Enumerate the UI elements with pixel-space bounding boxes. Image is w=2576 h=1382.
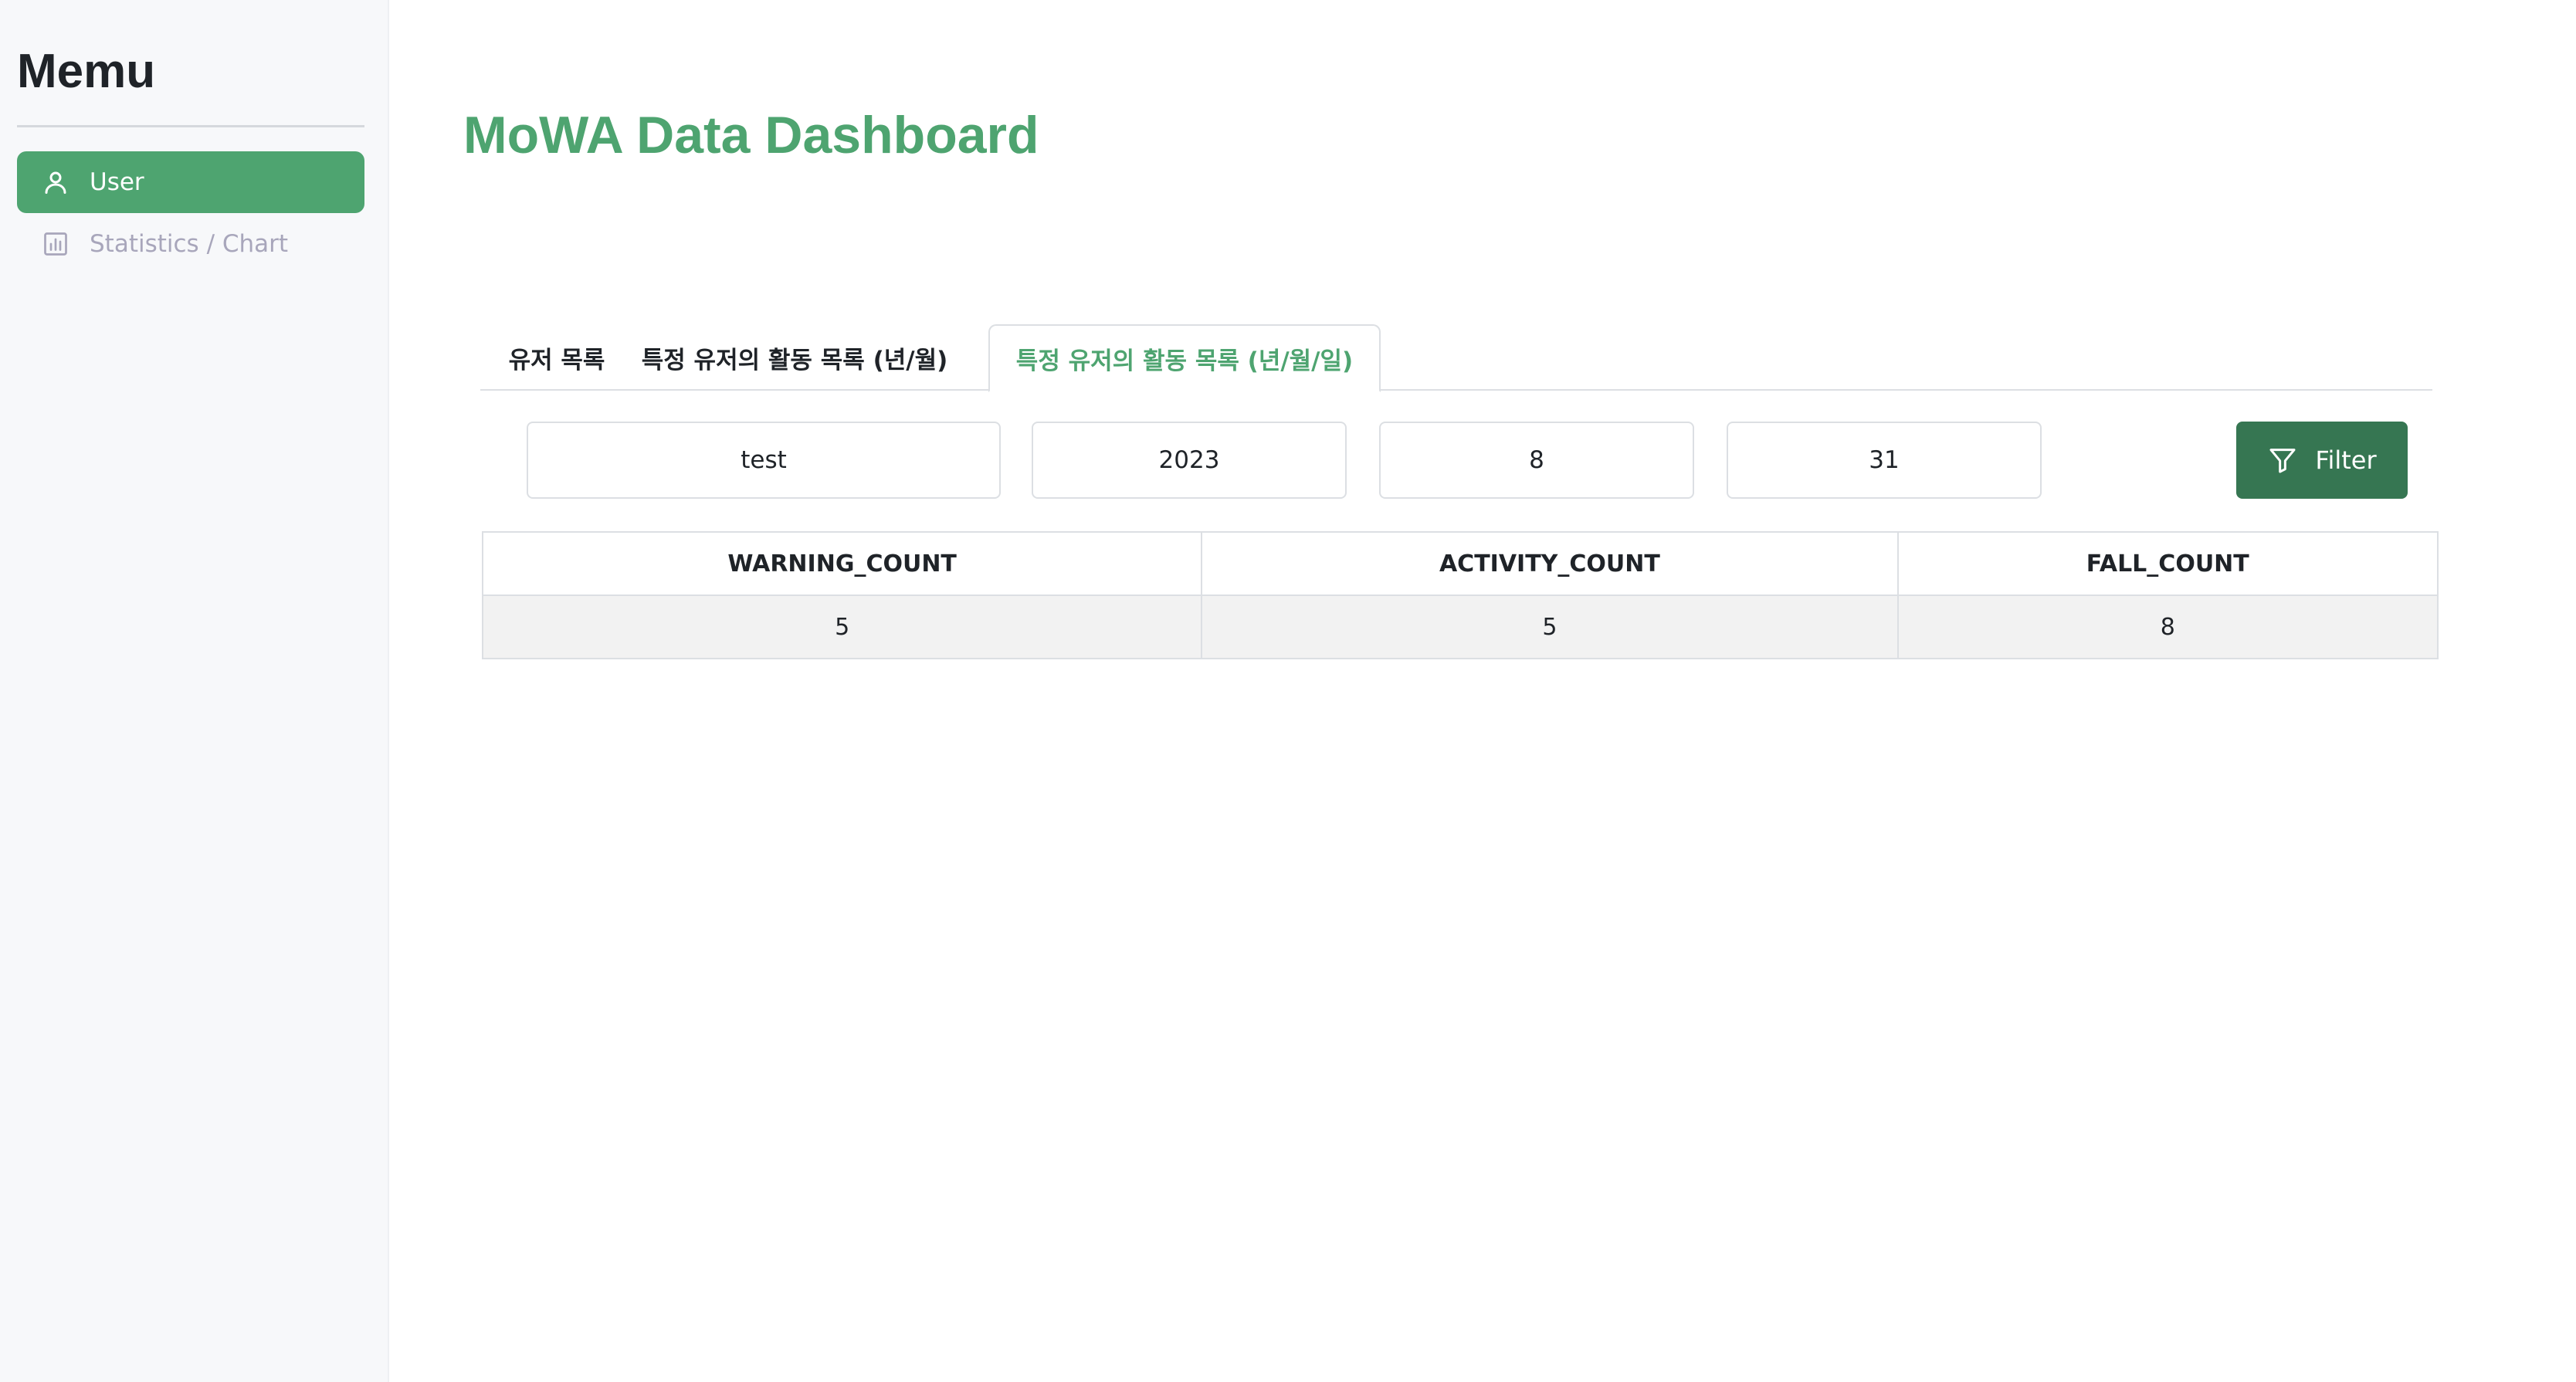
user-icon	[40, 167, 71, 198]
user-id-input[interactable]	[527, 422, 1001, 499]
column-header: FALL_COUNT	[1896, 531, 2439, 596]
sidebar: Memu User Statistics / Chart	[0, 0, 389, 1382]
table-cell: 5	[1201, 594, 1899, 659]
table-cell: 5	[481, 594, 1203, 659]
filter-button-label: Filter	[2315, 445, 2377, 475]
month-input[interactable]	[1379, 422, 1694, 499]
tab-bar: 유저 목록 특정 유저의 활동 목록 (년/월) 특정 유저의 활동 목록 (년…	[480, 324, 2432, 392]
tab-user-activity-day[interactable]: 특정 유저의 활동 목록 (년/월/일)	[988, 324, 1381, 392]
page-title: MoWA Data Dashboard	[463, 106, 1039, 164]
filter-button[interactable]: Filter	[2236, 422, 2408, 499]
table-row: 5 5 8	[481, 594, 2439, 659]
table-header-row: WARNING_COUNT ACTIVITY_COUNT FALL_COUNT	[481, 531, 2439, 596]
day-input[interactable]	[1727, 422, 2042, 499]
tab-user-list[interactable]: 유저 목록	[500, 324, 613, 391]
sidebar-item-statistics[interactable]: Statistics / Chart	[17, 213, 364, 275]
column-header: ACTIVITY_COUNT	[1201, 531, 1899, 596]
sidebar-item-label: User	[90, 168, 144, 196]
sidebar-title: Memu	[17, 45, 156, 98]
sidebar-item-user[interactable]: User	[17, 151, 364, 213]
column-header: WARNING_COUNT	[481, 531, 1203, 596]
tab-user-activity-month[interactable]: 특정 유저의 활동 목록 (년/월)	[635, 324, 954, 391]
activity-table: WARNING_COUNT ACTIVITY_COUNT FALL_COUNT …	[481, 531, 2439, 659]
table-cell: 8	[1896, 594, 2439, 659]
filter-icon	[2267, 445, 2298, 476]
bar-chart-icon	[40, 229, 71, 259]
sidebar-divider	[17, 125, 364, 127]
year-input[interactable]	[1032, 422, 1347, 499]
sidebar-item-label: Statistics / Chart	[90, 230, 289, 258]
